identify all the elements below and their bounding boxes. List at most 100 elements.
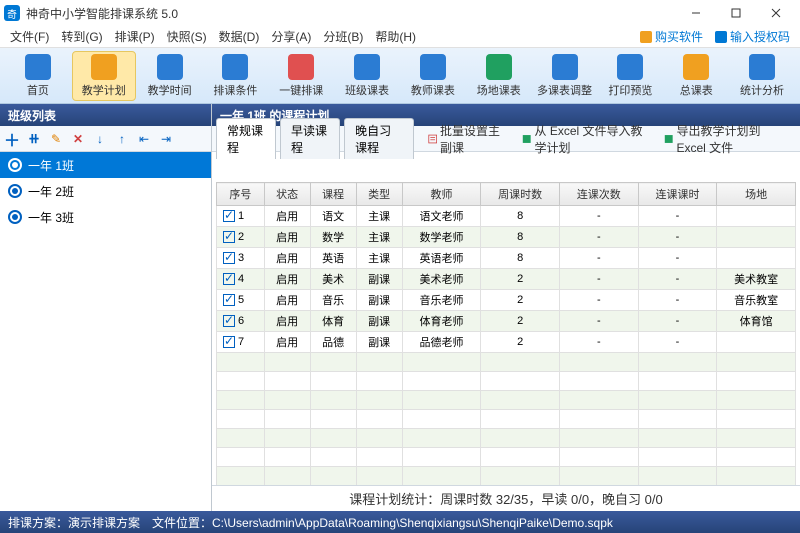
edit-class-icon[interactable]: ✎ bbox=[48, 131, 64, 147]
empty-row bbox=[217, 353, 796, 372]
tabs-row: 常规课程 早读课程 晚自习课程 批量设置主副课 从 Excel 文件导入教学计划… bbox=[212, 126, 800, 152]
move-up-icon[interactable]: ↑ bbox=[114, 131, 130, 147]
checkbox-icon[interactable] bbox=[223, 231, 235, 243]
col-header[interactable]: 连课课时 bbox=[638, 183, 717, 206]
add-class-icon[interactable]: ＋ bbox=[4, 131, 20, 147]
empty-row bbox=[217, 391, 796, 410]
tool-教师课表[interactable]: 教师课表 bbox=[401, 51, 465, 101]
checkbox-icon[interactable] bbox=[223, 336, 235, 348]
buy-software-link[interactable]: 购买软件 bbox=[634, 28, 709, 45]
course-grid: 序号状态课程类型教师周课时数连课次数连课课时场地 1启用语文主课语文老师8--2… bbox=[212, 152, 800, 485]
class-icon bbox=[8, 158, 22, 172]
batch-set-button[interactable]: 批量设置主副课 bbox=[422, 122, 512, 156]
user-icon bbox=[715, 31, 727, 43]
add-batch-icon[interactable]: ⧺ bbox=[26, 131, 42, 147]
class-item[interactable]: 一年 1班 bbox=[0, 152, 211, 178]
tool-label: 教学时间 bbox=[148, 82, 192, 98]
batch-icon bbox=[428, 133, 437, 145]
menu-item[interactable]: 文件(F) bbox=[4, 26, 55, 47]
class-label: 一年 3班 bbox=[28, 209, 74, 226]
table-row[interactable]: 1启用语文主课语文老师8-- bbox=[217, 206, 796, 227]
class-sidebar: 班级列表 ＋ ⧺ ✎ ✕ ↓ ↑ ⇤ ⇥ 一年 1班一年 2班一年 3班 bbox=[0, 104, 212, 511]
tool-班级课表[interactable]: 班级课表 bbox=[335, 51, 399, 101]
tool-label: 场地课表 bbox=[477, 82, 521, 98]
tool-icon bbox=[486, 54, 512, 80]
minimize-button[interactable] bbox=[676, 0, 716, 26]
class-item[interactable]: 一年 3班 bbox=[0, 204, 211, 230]
checkbox-icon[interactable] bbox=[223, 252, 235, 264]
cart-icon bbox=[640, 31, 652, 43]
col-header[interactable]: 周课时数 bbox=[481, 183, 560, 206]
titlebar: 奇 神奇中小学智能排课系统 5.0 bbox=[0, 0, 800, 26]
outdent-icon[interactable]: ⇤ bbox=[136, 131, 152, 147]
tool-label: 首页 bbox=[27, 82, 49, 98]
sidebar-header: 班级列表 bbox=[0, 104, 211, 126]
tool-icon bbox=[683, 54, 709, 80]
menu-item[interactable]: 快照(S) bbox=[161, 26, 213, 47]
col-header[interactable]: 状态 bbox=[264, 183, 310, 206]
tool-首页[interactable]: 首页 bbox=[6, 51, 70, 101]
menu-item[interactable]: 帮助(H) bbox=[369, 26, 422, 47]
menu-item[interactable]: 数据(D) bbox=[213, 26, 266, 47]
table-row[interactable]: 2启用数学主课数学老师8-- bbox=[217, 227, 796, 248]
tool-统计分析[interactable]: 统计分析 bbox=[730, 51, 794, 101]
tool-icon bbox=[157, 54, 183, 80]
empty-row bbox=[217, 372, 796, 391]
indent-icon[interactable]: ⇥ bbox=[158, 131, 174, 147]
empty-row bbox=[217, 429, 796, 448]
menu-item[interactable]: 转到(G) bbox=[55, 26, 108, 47]
auth-code-link[interactable]: 输入授权码 bbox=[709, 28, 796, 45]
tool-icon bbox=[91, 54, 117, 80]
menu-item[interactable]: 分班(B) bbox=[317, 26, 369, 47]
content-area: 一年 1班 的课程计划 常规课程 早读课程 晚自习课程 批量设置主副课 从 Ex… bbox=[212, 104, 800, 511]
col-header[interactable]: 连课次数 bbox=[559, 183, 638, 206]
menu-item[interactable]: 排课(P) bbox=[109, 26, 161, 47]
tool-label: 总课表 bbox=[680, 82, 713, 98]
table-row[interactable]: 6启用体育副课体育老师2--体育馆 bbox=[217, 311, 796, 332]
tool-场地课表[interactable]: 场地课表 bbox=[467, 51, 531, 101]
tool-icon bbox=[749, 54, 775, 80]
tool-教学计划[interactable]: 教学计划 bbox=[72, 51, 136, 101]
col-header[interactable]: 课程 bbox=[310, 183, 356, 206]
checkbox-icon[interactable] bbox=[223, 294, 235, 306]
export-excel-button[interactable]: 导出教学计划到 Excel 文件 bbox=[658, 122, 796, 156]
status-path: 文件位置：C:\Users\admin\AppData\Roaming\Shen… bbox=[152, 514, 613, 531]
close-button[interactable] bbox=[756, 0, 796, 26]
tool-label: 班级课表 bbox=[345, 82, 389, 98]
class-item[interactable]: 一年 2班 bbox=[0, 178, 211, 204]
export-icon bbox=[664, 133, 673, 145]
class-label: 一年 1班 bbox=[28, 157, 74, 174]
tool-打印预览[interactable]: 打印预览 bbox=[598, 51, 662, 101]
tool-icon bbox=[420, 54, 446, 80]
table-row[interactable]: 5启用音乐副课音乐老师2--音乐教室 bbox=[217, 290, 796, 311]
empty-row bbox=[217, 448, 796, 467]
tool-多课表调整[interactable]: 多课表调整 bbox=[533, 51, 597, 101]
col-header[interactable]: 场地 bbox=[717, 183, 796, 206]
tool-icon bbox=[354, 54, 380, 80]
tool-一键排课[interactable]: 一键排课 bbox=[269, 51, 333, 101]
table-row[interactable]: 7启用品德副课品德老师2-- bbox=[217, 332, 796, 353]
tool-label: 教师课表 bbox=[411, 82, 455, 98]
col-header[interactable]: 类型 bbox=[356, 183, 402, 206]
delete-class-icon[interactable]: ✕ bbox=[70, 131, 86, 147]
table-row[interactable]: 4启用美术副课美术老师2--美术教室 bbox=[217, 269, 796, 290]
tool-总课表[interactable]: 总课表 bbox=[664, 51, 728, 101]
class-label: 一年 2班 bbox=[28, 183, 74, 200]
col-header[interactable]: 序号 bbox=[217, 183, 265, 206]
table-row[interactable]: 3启用英语主课英语老师8-- bbox=[217, 248, 796, 269]
maximize-button[interactable] bbox=[716, 0, 756, 26]
stats-bar: 课程计划统计：周课时数 32/35，早读 0/0，晚自习 0/0 bbox=[212, 485, 800, 511]
tool-教学时间[interactable]: 教学时间 bbox=[138, 51, 202, 101]
main-toolbar: 首页 教学计划 教学时间排课条件一键排课 班级课表 教师课表 场地课表多课表调整打印预览总… bbox=[0, 48, 800, 104]
checkbox-icon[interactable] bbox=[223, 273, 235, 285]
tool-label: 一键排课 bbox=[279, 82, 323, 98]
tool-icon bbox=[25, 54, 51, 80]
import-excel-button[interactable]: 从 Excel 文件导入教学计划 bbox=[516, 122, 654, 156]
tool-排课条件[interactable]: 排课条件 bbox=[204, 51, 268, 101]
move-down-icon[interactable]: ↓ bbox=[92, 131, 108, 147]
checkbox-icon[interactable] bbox=[223, 315, 235, 327]
tool-label: 教学计划 bbox=[82, 82, 126, 98]
col-header[interactable]: 教师 bbox=[402, 183, 481, 206]
checkbox-icon[interactable] bbox=[223, 210, 235, 222]
menu-item[interactable]: 分享(A) bbox=[265, 26, 317, 47]
